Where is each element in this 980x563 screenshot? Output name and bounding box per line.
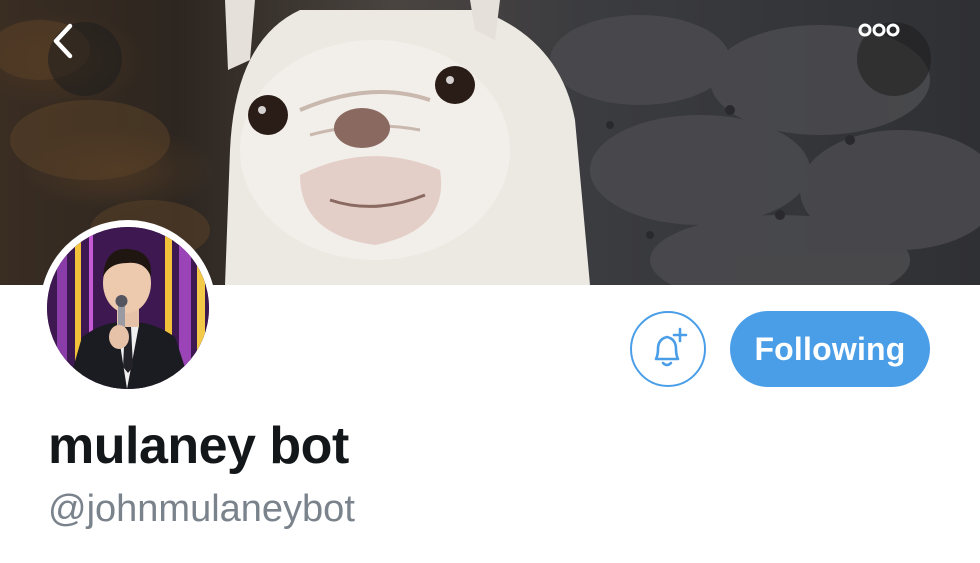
chevron-left-icon bbox=[53, 23, 73, 59]
profile-display-name: mulaney bot bbox=[48, 417, 349, 475]
avatar-image bbox=[47, 227, 209, 389]
following-button[interactable]: Following bbox=[730, 311, 930, 387]
avatar-photo bbox=[47, 227, 209, 389]
bell-plus-icon bbox=[654, 327, 688, 367]
profile-handle: @johnmulaneybot bbox=[48, 488, 355, 530]
back-button[interactable] bbox=[48, 22, 122, 96]
profile-page: Following mulaney bot @johnmulaneybot bbox=[0, 0, 980, 563]
notifications-button[interactable] bbox=[630, 311, 706, 387]
more-dots-icon bbox=[858, 23, 900, 37]
avatar[interactable] bbox=[40, 220, 216, 396]
more-options-button[interactable] bbox=[857, 22, 931, 96]
